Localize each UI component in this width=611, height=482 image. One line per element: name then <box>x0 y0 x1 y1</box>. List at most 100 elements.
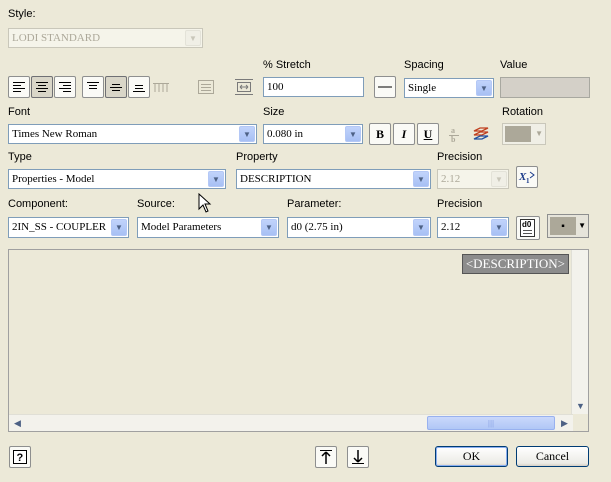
align-right-button[interactable] <box>54 76 76 98</box>
align-center-button[interactable] <box>31 76 53 98</box>
help-button[interactable]: ? <box>9 446 31 468</box>
chevron-down-icon: ▼ <box>491 171 507 187</box>
property-combo[interactable]: DESCRIPTION ▼ <box>236 169 431 189</box>
italic-glyph: I <box>401 126 407 141</box>
svg-text:b: b <box>451 135 456 143</box>
type-combo[interactable]: Properties - Model ▼ <box>8 169 226 189</box>
chevron-down-icon: ▼ <box>345 126 361 142</box>
chevron-down-icon: ▼ <box>491 219 507 236</box>
add-text-parameter-button[interactable]: X1 <box>516 166 538 188</box>
style-value: LODI STANDARD <box>12 32 101 44</box>
horizontal-scrollbar[interactable]: ◀ ||| ▶ <box>9 414 573 431</box>
fit-text-button[interactable] <box>195 76 217 98</box>
font-value: Times New Roman <box>12 128 98 140</box>
line-spacing-button[interactable] <box>374 76 396 98</box>
valign-top-button[interactable] <box>82 76 104 98</box>
valign-bottom-button[interactable] <box>128 76 150 98</box>
source-label: Source: <box>137 198 175 210</box>
valign-bottom-icon <box>133 85 145 92</box>
align-left-icon <box>13 82 25 92</box>
align-center-icon <box>36 82 48 92</box>
color-layers-icon <box>473 127 489 140</box>
valign-baseline-button[interactable] <box>150 76 172 98</box>
symbol-picker[interactable]: ▪ ▼ <box>547 214 589 238</box>
valign-top-icon <box>87 82 99 89</box>
scroll-down-arrow-icon[interactable]: ▼ <box>572 397 589 414</box>
precision1-label: Precision <box>437 151 483 163</box>
text-editor[interactable]: <DESCRIPTION> ▼ ◀ ||| ▶ <box>8 249 589 432</box>
add-parameter-button[interactable]: d0 <box>516 216 540 240</box>
chevron-down-icon: ▼ <box>413 219 429 236</box>
mouse-cursor-icon <box>198 193 212 213</box>
precision2-combo[interactable]: 2.12 ▼ <box>437 217 509 238</box>
precision1-combo: 2.12 ▼ <box>437 169 509 189</box>
underline-glyph: U <box>423 126 433 141</box>
chevron-down-icon: ▼ <box>261 219 277 236</box>
scroll-thumb[interactable]: ||| <box>427 416 555 430</box>
size-label: Size <box>263 106 285 118</box>
property-value: DESCRIPTION <box>240 173 312 185</box>
stretch-text-button[interactable] <box>233 76 255 98</box>
symbol-dot-icon: ▪ <box>550 217 576 235</box>
style-label: Style: <box>8 8 36 20</box>
chevron-down-icon: ▼ <box>413 171 429 187</box>
font-label: Font <box>8 106 31 118</box>
line-icon <box>378 86 392 88</box>
style-combo: LODI STANDARD ▼ <box>8 28 203 48</box>
property-label: Property <box>236 151 278 163</box>
stretch-label: % Stretch <box>263 59 311 71</box>
rotation-label: Rotation <box>502 106 543 118</box>
source-value: Model Parameters <box>141 221 222 233</box>
cancel-button[interactable]: Cancel <box>516 446 589 467</box>
underline-button[interactable]: U <box>417 123 439 145</box>
type-value: Properties - Model <box>12 173 95 185</box>
rotation-swatch <box>505 126 531 142</box>
bold-button[interactable]: B <box>369 123 391 145</box>
component-combo[interactable]: 2IN_SS - COUPLER ▼ <box>8 217 129 238</box>
source-combo[interactable]: Model Parameters ▼ <box>137 217 279 238</box>
chevron-down-icon: ▼ <box>535 129 543 138</box>
svg-text:1: 1 <box>526 177 530 185</box>
parameter-combo[interactable]: d0 (2.75 in) ▼ <box>287 217 431 238</box>
chevron-down-icon: ▼ <box>185 30 201 46</box>
rotation-picker: ▼ <box>502 123 546 145</box>
stretch-value: 100 <box>267 81 284 93</box>
bold-glyph: B <box>375 126 384 141</box>
move-down-button[interactable] <box>347 446 369 468</box>
value-label: Value <box>500 59 528 71</box>
stretch-input[interactable]: 100 <box>263 77 364 97</box>
help-icon: ? <box>13 450 27 464</box>
chevron-down-icon: ▼ <box>476 80 492 96</box>
description-token[interactable]: <DESCRIPTION> <box>461 254 569 274</box>
baseline-icon <box>153 83 169 92</box>
spacing-combo[interactable]: Single ▼ <box>404 78 494 98</box>
align-left-button[interactable] <box>8 76 30 98</box>
svg-text:a: a <box>451 126 455 135</box>
value-input <box>500 77 590 98</box>
text-color-button[interactable] <box>470 123 492 145</box>
valign-middle-icon <box>110 84 122 91</box>
scroll-right-arrow-icon[interactable]: ▶ <box>556 415 573 432</box>
stack-fraction-icon: ab <box>449 126 459 143</box>
component-value: 2IN_SS - COUPLER <box>12 221 107 233</box>
chevron-down-icon: ▼ <box>578 221 586 230</box>
valign-middle-button[interactable] <box>105 76 127 98</box>
param-button-text: d0 <box>522 220 532 229</box>
parameter-value: d0 (2.75 in) <box>291 221 343 233</box>
scroll-left-arrow-icon[interactable]: ◀ <box>9 415 26 432</box>
stretch-icon <box>235 79 253 95</box>
move-up-button[interactable] <box>315 446 337 468</box>
font-combo[interactable]: Times New Roman ▼ <box>8 124 257 144</box>
vertical-scrollbar[interactable]: ▼ <box>571 250 588 414</box>
parameter-document-icon: d0 <box>520 219 535 237</box>
arrow-up-icon <box>320 450 332 464</box>
stack-button[interactable]: ab <box>443 123 465 145</box>
fit-text-icon <box>198 80 214 94</box>
italic-button[interactable]: I <box>393 123 415 145</box>
size-combo[interactable]: 0.080 in ▼ <box>263 124 363 144</box>
arrow-down-icon <box>352 450 364 464</box>
chevron-down-icon: ▼ <box>111 219 127 236</box>
chevron-down-icon: ▼ <box>239 126 255 142</box>
ok-button[interactable]: OK <box>435 446 508 467</box>
spacing-label: Spacing <box>404 59 444 71</box>
